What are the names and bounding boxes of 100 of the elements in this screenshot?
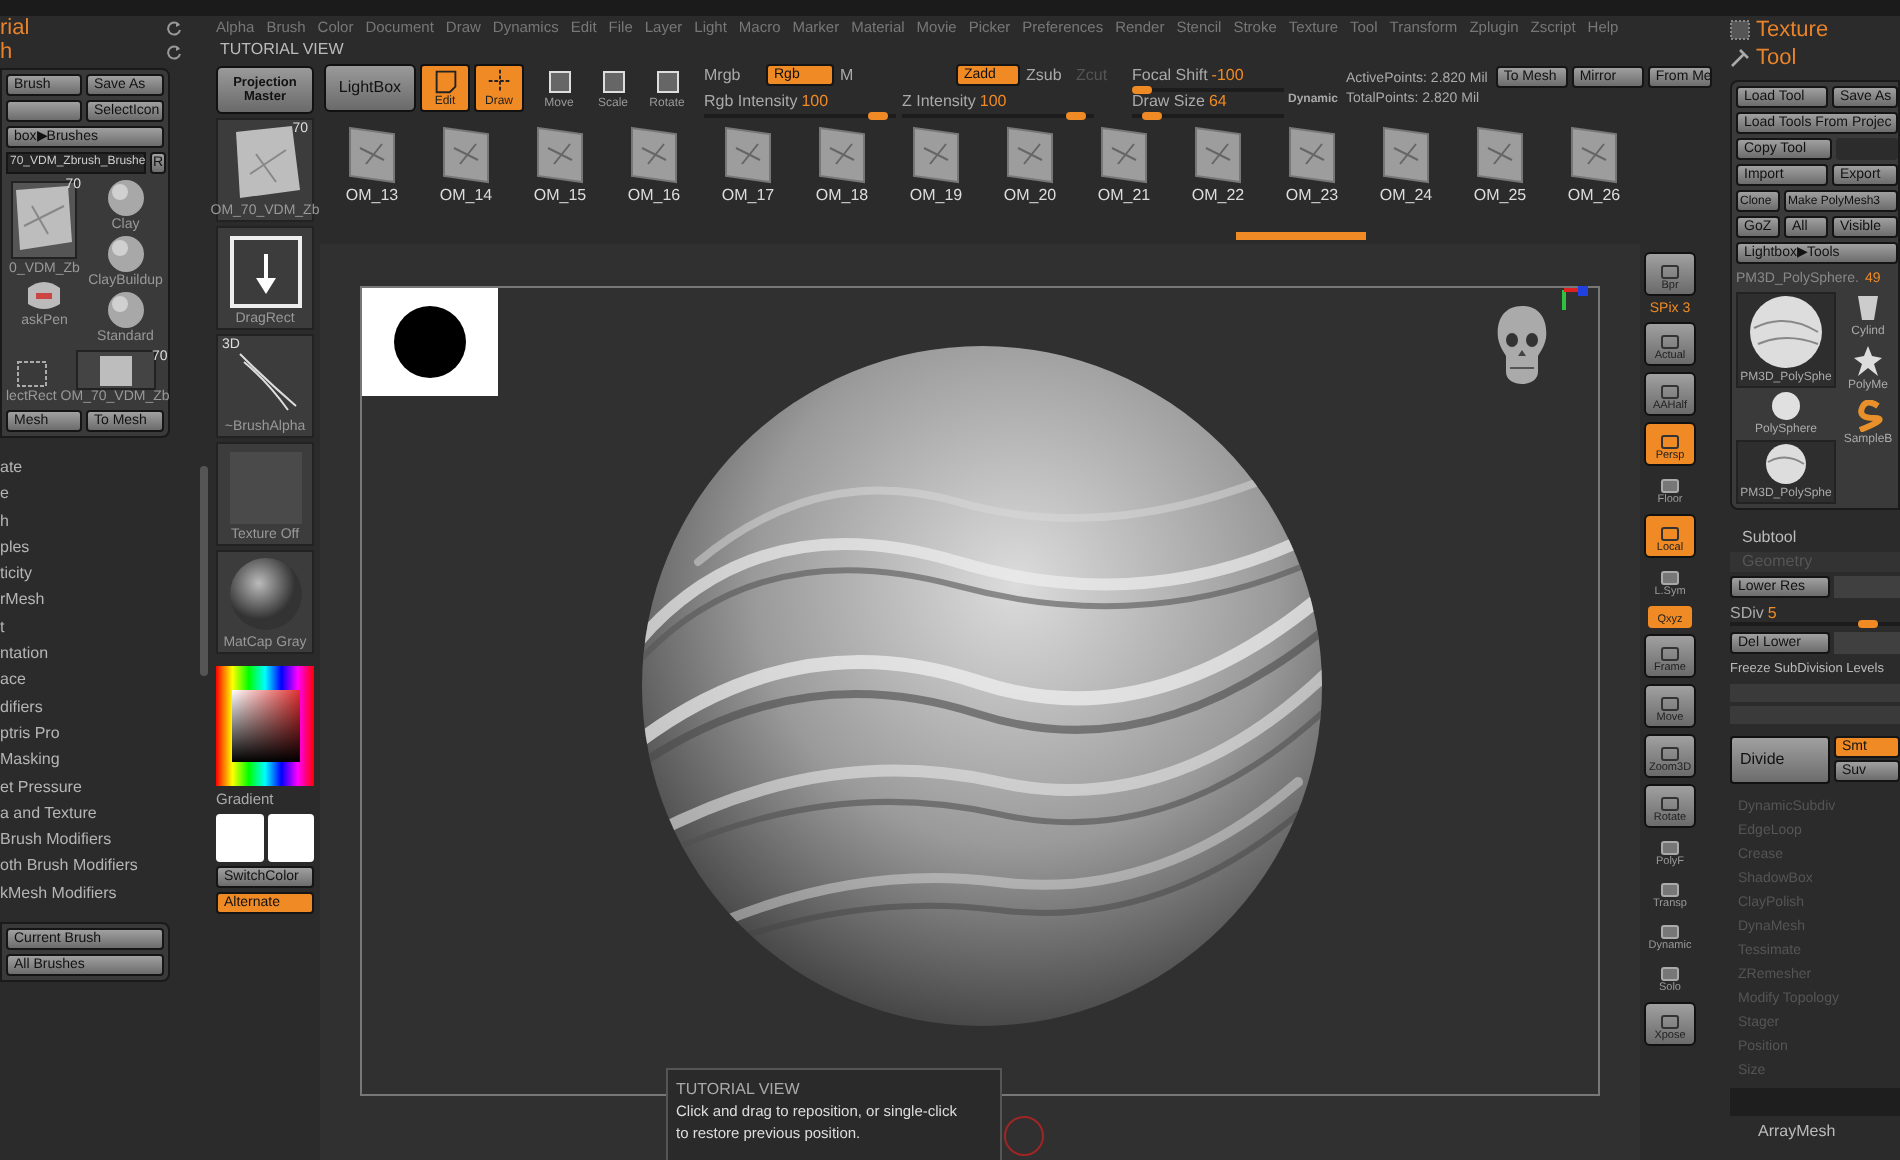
blank-button[interactable] (6, 100, 82, 122)
alpha-thumbnail-icon (1474, 124, 1526, 184)
main-color-swatch[interactable] (216, 814, 264, 862)
brush-label[interactable]: OM_25 (1473, 184, 1527, 208)
lightbox-button[interactable]: LightBox (324, 64, 416, 112)
slider-label: Focal Shift (1132, 67, 1208, 83)
alpha-thumbnail-icon (534, 124, 586, 184)
brush-label[interactable]: OM_18 (815, 184, 869, 208)
slider[interactable]: Z Intensity 100 (902, 89, 1094, 113)
slider-thumb[interactable] (1142, 111, 1163, 119)
alpha-thumbnail-icon (346, 124, 398, 184)
section-header[interactable]: Subtool (1730, 526, 1900, 548)
secondary-color-swatch[interactable] (268, 814, 314, 862)
control-icon (1660, 840, 1680, 856)
brush-label[interactable]: OM_26 (1567, 184, 1621, 208)
brush-label[interactable]: OM_24 (1379, 184, 1433, 208)
toggle-button[interactable]: M (840, 67, 896, 83)
control-icon (1660, 384, 1680, 400)
brush-label[interactable]: OM_23 (1285, 184, 1339, 208)
section-header[interactable]: ptris Pro (0, 719, 210, 747)
sphere-brush-icon (103, 178, 148, 218)
skull-icon (1492, 302, 1552, 390)
section-header[interactable]: Brush Modifiers (0, 826, 210, 853)
slider[interactable]: SDiv 5 (1730, 602, 1900, 624)
control-icon (1660, 1014, 1680, 1030)
scrollbar-thumb[interactable] (1236, 232, 1366, 240)
sculpted-sphere-icon (1748, 294, 1824, 370)
slider-label: SDiv (1730, 605, 1764, 621)
slider-label: Draw Size (1132, 93, 1205, 109)
cylinder-icon (1852, 292, 1884, 324)
alpha-thumbnail-icon (628, 124, 680, 184)
alpha-thumbnail-icon (1286, 124, 1338, 184)
alpha-thumbnail-icon (1004, 124, 1056, 184)
slider-value: 100 (979, 93, 1007, 109)
scrollbar[interactable] (200, 466, 208, 676)
section-header[interactable]: ArrayMesh (1730, 1120, 1900, 1144)
palette-title[interactable]: h (0, 41, 13, 63)
brush-label[interactable]: OM_13 (345, 184, 399, 208)
brush-label[interactable]: OM_17 (721, 184, 775, 208)
slider[interactable]: Focal Shift -100 (1132, 63, 1284, 87)
brush-label[interactable]: OM_20 (1003, 184, 1057, 208)
slider-thumb[interactable] (1132, 85, 1152, 93)
section-header[interactable]: ate (0, 454, 210, 481)
toggle-button[interactable]: Zsub (1026, 67, 1070, 83)
section-header[interactable]: ples (0, 533, 210, 561)
brush-label[interactable]: OM_22 (1191, 184, 1245, 208)
brush-thumbnail-icon (75, 350, 156, 390)
palette-title[interactable]: Texture (1756, 19, 1829, 41)
slider-label: Z Intensity (902, 93, 976, 109)
slider[interactable]: Rgb Intensity 100 (704, 89, 896, 113)
control-icon (1660, 924, 1680, 940)
brush-label[interactable]: OM_21 (1097, 184, 1151, 208)
brush-thumbnail-icon (8, 178, 81, 262)
brush-label[interactable]: OM_14 (439, 184, 493, 208)
palette-title[interactable]: Tool (1756, 47, 1797, 69)
section-header[interactable]: et Pressure (0, 773, 210, 800)
section-header[interactable]: ntation (0, 640, 210, 667)
color-picker[interactable] (216, 666, 314, 786)
section-header[interactable]: a and Texture (0, 799, 210, 827)
control-icon (1660, 434, 1680, 450)
section-header[interactable]: Masking (0, 746, 210, 774)
section-header[interactable]: e (0, 480, 210, 508)
palette-title[interactable]: rial (0, 17, 30, 39)
cursor-ring-icon (1004, 1116, 1044, 1156)
circle-alpha-icon (394, 306, 466, 378)
slider-value: 5 (1767, 605, 1777, 621)
texture-grid-icon (1730, 20, 1750, 40)
sphere-icon (1770, 390, 1802, 422)
section-header[interactable]: oth Brush Modifiers (0, 852, 210, 880)
brush-label[interactable]: OM_19 (909, 184, 963, 208)
control-icon (1660, 882, 1680, 898)
alpha-thumbnail-icon (816, 124, 868, 184)
alpha-thumbnail-icon (722, 124, 774, 184)
slider[interactable]: Draw Size 64 (1132, 89, 1284, 113)
section-header[interactable]: rMesh (0, 586, 210, 614)
section-header[interactable]: t (0, 613, 210, 641)
section-header[interactable]: ace (0, 666, 210, 694)
brush-label[interactable]: OM_16 (627, 184, 681, 208)
section-header[interactable]: difiers (0, 693, 210, 720)
slider-thumb[interactable] (867, 111, 888, 119)
sphere-brush-icon (103, 290, 148, 330)
control-icon (1660, 966, 1680, 982)
matcap-sphere-icon (225, 554, 305, 634)
section-header[interactable]: kMesh Modifiers (0, 879, 210, 907)
hammer-icon (1730, 48, 1750, 68)
control-icon (1660, 646, 1680, 662)
alpha-thumbnail-icon (910, 124, 962, 184)
slider-thumb[interactable] (1065, 111, 1086, 119)
control-icon (1660, 796, 1680, 812)
sculpted-sphere-icon (1764, 442, 1808, 486)
divide-button[interactable]: Divide (1730, 736, 1830, 784)
slider-value: 100 (801, 93, 829, 109)
brush-label[interactable]: OM_15 (533, 184, 587, 208)
slider-thumb[interactable] (1857, 620, 1878, 628)
section-header[interactable]: h (0, 507, 210, 534)
toggle-button[interactable]: Mrgb (704, 67, 760, 83)
drag-rect-icon (227, 234, 303, 310)
section-header[interactable]: ticity (0, 560, 210, 587)
control-icon (1660, 334, 1680, 350)
alpha-thumbnail-icon (1380, 124, 1432, 184)
